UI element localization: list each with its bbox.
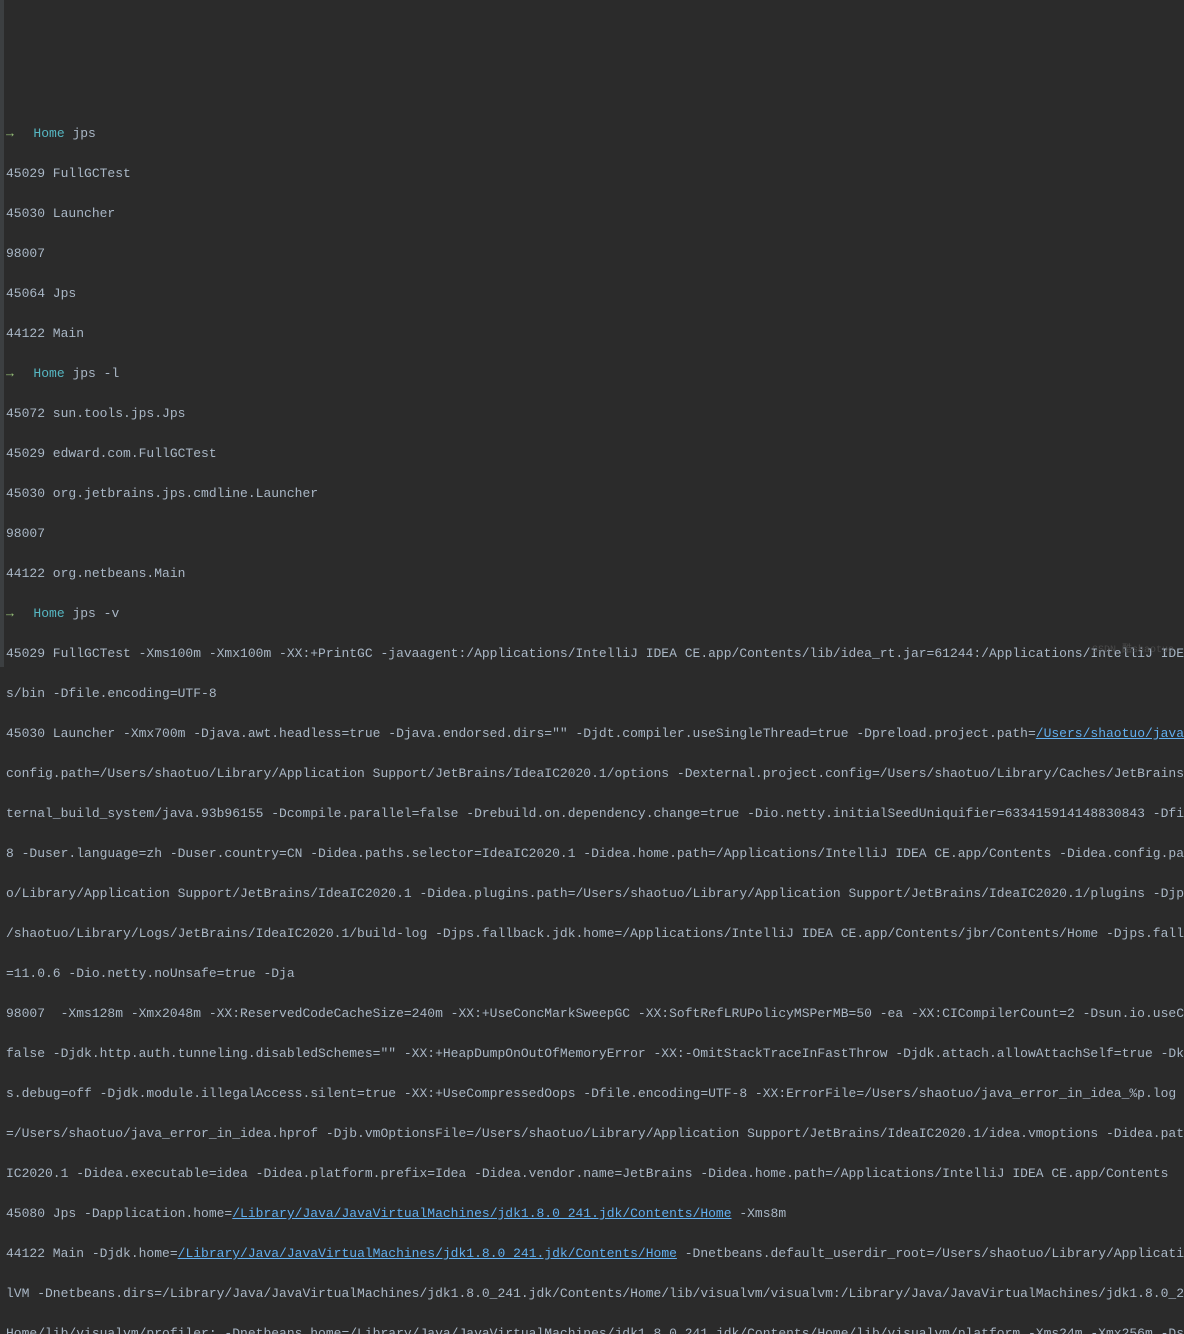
output-text: -Xms8m [732,1206,787,1221]
path-link[interactable]: /Users/shaotuo/java/jav [1036,726,1184,741]
prompt-dir: Home [33,366,64,381]
path-link[interactable]: /Library/Java/JavaVirtualMachines/jdk1.8… [232,1206,731,1221]
output-line: 45029 FullGCTest [6,164,1184,184]
output-line: lVM -Dnetbeans.dirs=/Library/Java/JavaVi… [6,1284,1184,1304]
output-line: ternal_build_system/java.93b96155 -Dcomp… [6,804,1184,824]
output-line: 45064 Jps [6,284,1184,304]
command-text: jps [72,126,95,141]
output-line: 98007 [6,244,1184,264]
prompt-line[interactable]: → Home jps -v [6,604,1184,624]
output-line: 44122 Main [6,324,1184,344]
prompt-arrow-icon: → [6,126,14,141]
gutter [0,0,4,667]
command-text: jps -v [72,606,119,621]
output-line: config.path=/Users/shaotuo/Library/Appli… [6,764,1184,784]
prompt-dir: Home [33,606,64,621]
output-text: 44122 Main -Djdk.home= [6,1246,178,1261]
output-line: 45080 Jps -Dapplication.home=/Library/Ja… [6,1204,1184,1224]
output-line: 8 -Duser.language=zh -Duser.country=CN -… [6,844,1184,864]
output-line: IC2020.1 -Didea.executable=idea -Didea.p… [6,1164,1184,1184]
output-line: =11.0.6 -Dio.netty.noUnsafe=true -Dja [6,964,1184,984]
output-text: 45080 Jps -Dapplication.home= [6,1206,232,1221]
output-line: 45030 Launcher -Xmx700m -Djava.awt.headl… [6,724,1184,744]
watermark: CSDN 酷shaotuo [1092,641,1174,661]
output-line: s/bin -Dfile.encoding=UTF-8 [6,684,1184,704]
output-line: s.debug=off -Djdk.module.illegalAccess.s… [6,1084,1184,1104]
output-line: =/Users/shaotuo/java_error_in_idea.hprof… [6,1124,1184,1144]
output-line: 45029 edward.com.FullGCTest [6,444,1184,464]
output-line: Home/lib/visualvm/profiler: -Dnetbeans.h… [6,1324,1184,1334]
output-line: /shaotuo/Library/Logs/JetBrains/IdeaIC20… [6,924,1184,944]
prompt-line[interactable]: → Home jps -l [6,364,1184,384]
prompt-line[interactable]: → Home jps [6,124,1184,144]
output-line: 98007 [6,524,1184,544]
output-text: 45030 Launcher -Xmx700m -Djava.awt.headl… [6,726,1036,741]
output-line: 44122 org.netbeans.Main [6,564,1184,584]
output-text: -Dnetbeans.default_userdir_root=/Users/s… [677,1246,1184,1261]
output-line: 44122 Main -Djdk.home=/Library/Java/Java… [6,1244,1184,1264]
path-link[interactable]: /Library/Java/JavaVirtualMachines/jdk1.8… [178,1246,677,1261]
prompt-arrow-icon: → [6,606,14,621]
command-text: jps -l [72,366,119,381]
prompt-arrow-icon: → [6,366,14,381]
output-line: 98007 -Xms128m -Xmx2048m -XX:ReservedCod… [6,1004,1184,1024]
output-line: o/Library/Application Support/JetBrains/… [6,884,1184,904]
output-line: 45072 sun.tools.jps.Jps [6,404,1184,424]
prompt-dir: Home [33,126,64,141]
output-line: 45030 org.jetbrains.jps.cmdline.Launcher [6,484,1184,504]
output-line: 45029 FullGCTest -Xms100m -Xmx100m -XX:+… [6,644,1184,664]
output-line: 45030 Launcher [6,204,1184,224]
output-line: false -Djdk.http.auth.tunneling.disabled… [6,1044,1184,1064]
